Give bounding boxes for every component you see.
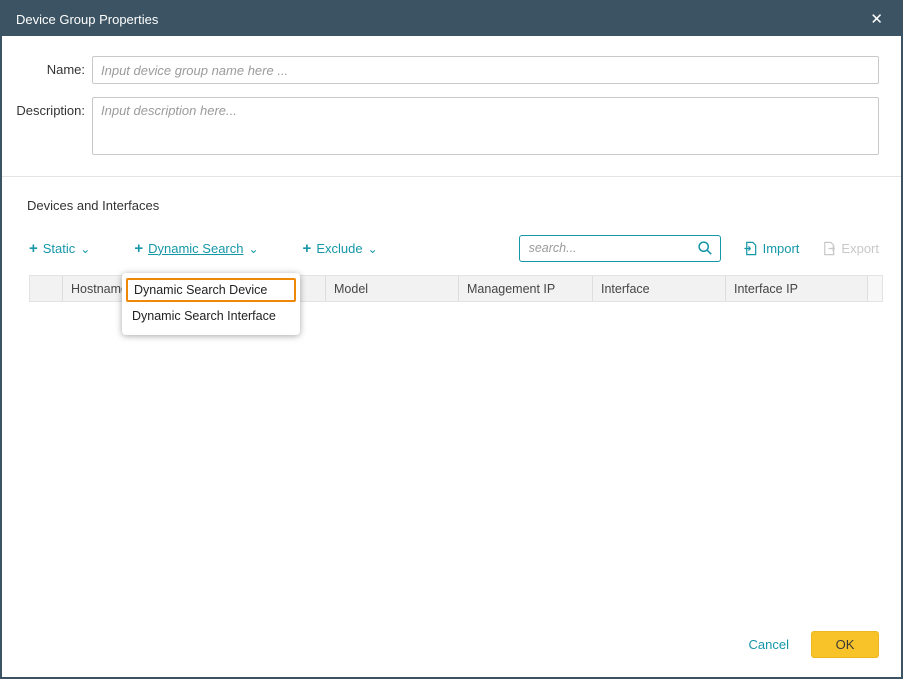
dialog-title: Device Group Properties xyxy=(16,12,158,27)
import-label: Import xyxy=(763,241,800,256)
table-header-management-ip[interactable]: Management IP xyxy=(459,276,593,301)
dynamic-search-dropdown-menu: Dynamic Search Device Dynamic Search Int… xyxy=(122,273,300,335)
chevron-down-icon: ⌄ xyxy=(80,243,90,255)
import-button[interactable]: Import xyxy=(743,241,800,256)
description-label: Description: xyxy=(2,97,92,155)
close-icon[interactable]: ✕ xyxy=(866,10,887,29)
dynamic-search-label: Dynamic Search xyxy=(148,241,243,256)
import-icon xyxy=(743,241,758,256)
plus-icon: + xyxy=(134,241,143,256)
add-dynamic-search-button[interactable]: + Dynamic Search ⌄ xyxy=(134,241,258,256)
add-static-button[interactable]: + Static ⌄ xyxy=(29,241,90,256)
plus-icon: + xyxy=(303,241,312,256)
section-title: Devices and Interfaces xyxy=(2,177,901,213)
export-button: Export xyxy=(821,241,879,256)
export-icon xyxy=(821,241,836,256)
name-label: Name: xyxy=(2,56,92,84)
table-scrollbar-track[interactable] xyxy=(868,276,882,301)
name-row: Name: xyxy=(2,56,879,84)
menu-item-dynamic-search-interface[interactable]: Dynamic Search Interface xyxy=(122,304,300,328)
menu-item-dynamic-search-device[interactable]: Dynamic Search Device xyxy=(126,278,296,302)
chevron-down-icon: ⌄ xyxy=(368,243,378,255)
description-row: Description: xyxy=(2,97,879,155)
dialog-footer: Cancel OK xyxy=(2,625,901,677)
static-label: Static xyxy=(43,241,76,256)
table-header-interface[interactable]: Interface xyxy=(593,276,726,301)
export-label: Export xyxy=(841,241,879,256)
table-header-interface-ip[interactable]: Interface IP xyxy=(726,276,868,301)
cancel-button[interactable]: Cancel xyxy=(749,637,789,652)
add-exclude-button[interactable]: + Exclude ⌄ xyxy=(303,241,378,256)
plus-icon: + xyxy=(29,241,38,256)
ok-button[interactable]: OK xyxy=(811,631,879,658)
name-input[interactable] xyxy=(92,56,879,84)
search-box xyxy=(519,235,721,262)
table-header-model[interactable]: Model xyxy=(326,276,459,301)
table-header-select xyxy=(30,276,63,301)
search-icon[interactable] xyxy=(697,240,713,256)
device-group-properties-dialog: Device Group Properties ✕ Name: Descript… xyxy=(0,0,903,679)
exclude-label: Exclude xyxy=(316,241,362,256)
dialog-titlebar: Device Group Properties ✕ xyxy=(2,2,901,36)
description-input[interactable] xyxy=(92,97,879,155)
form-area: Name: Description: xyxy=(2,36,901,168)
devices-toolbar: + Static ⌄ + Dynamic Search ⌄ + Exclude … xyxy=(2,213,901,262)
table-body-empty xyxy=(29,302,883,597)
chevron-down-icon: ⌄ xyxy=(248,243,258,255)
search-input[interactable] xyxy=(529,241,697,255)
